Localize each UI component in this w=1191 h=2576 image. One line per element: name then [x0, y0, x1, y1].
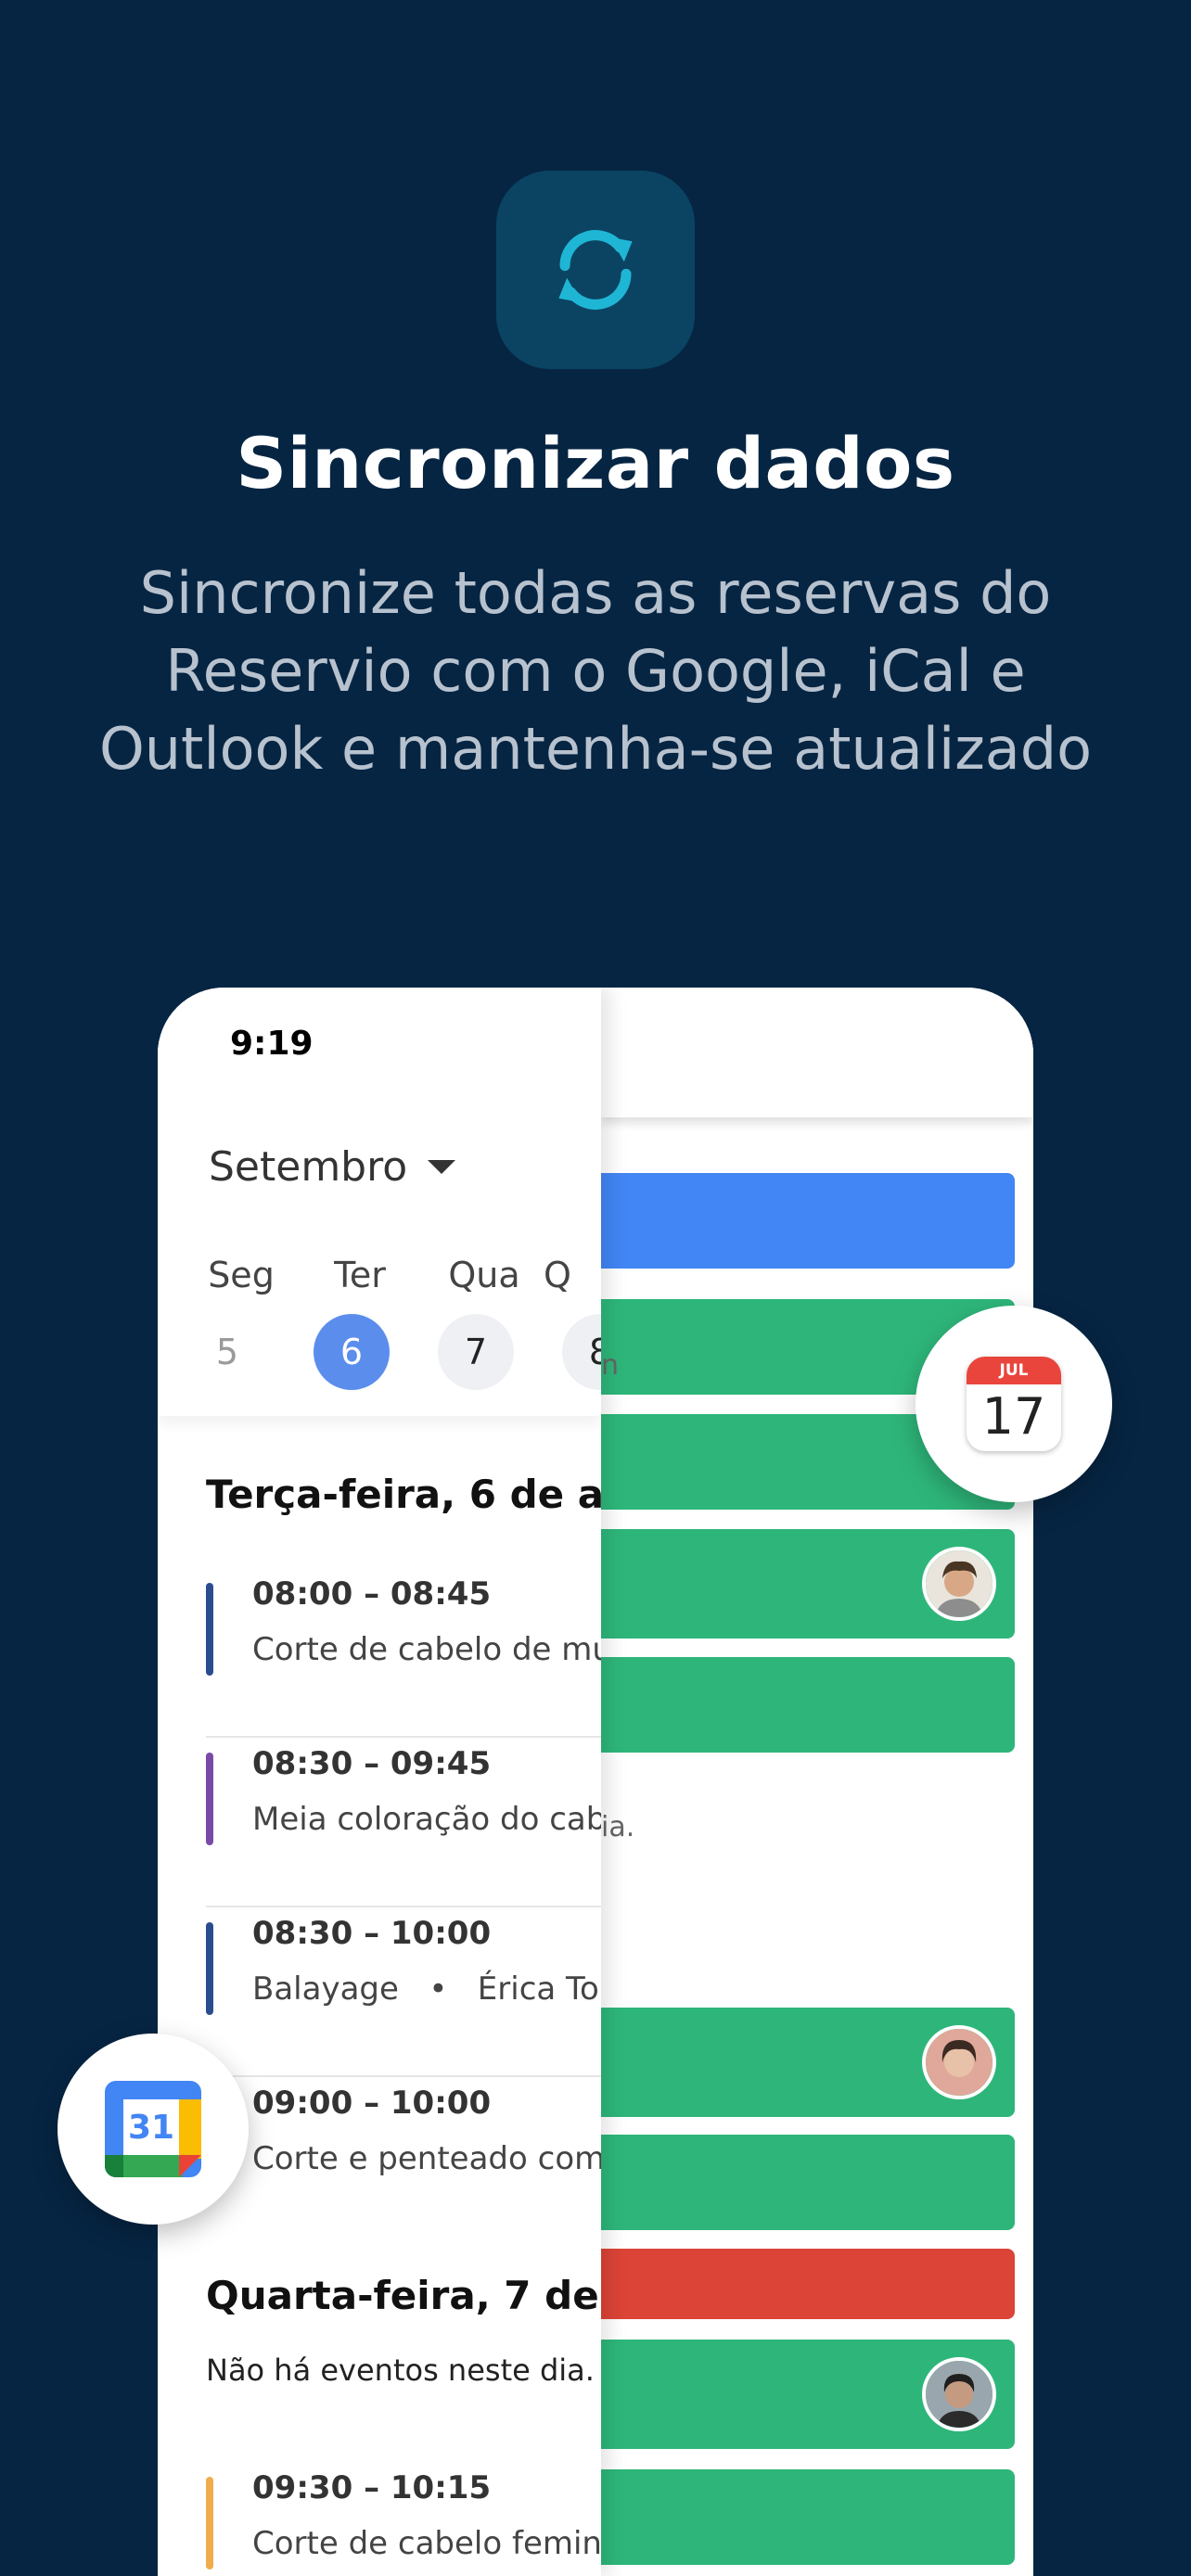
agenda-event[interactable]: 08:30 – 09:45 Meia coloração do cabel — [206, 1738, 601, 1907]
event-title: Corte de cabelo feminin — [252, 2525, 601, 2562]
agenda-event[interactable]: 09:00 – 10:00 Corte e penteado comp — [206, 2077, 601, 2247]
subtitle-line: Sincronize todas as reservas do — [139, 559, 1052, 627]
agenda-date-heading: Terça-feira, 6 de abr — [206, 1472, 601, 1517]
day-view-header — [601, 988, 1033, 1117]
empty-day-text: Não há eventos neste dia. — [206, 2353, 595, 2388]
sync-icon-tile — [496, 171, 695, 369]
booking-block[interactable] — [601, 1657, 1015, 1753]
event-time: 09:30 – 10:15 — [252, 2469, 492, 2506]
status-bar-time: 9:19 — [230, 1025, 314, 1063]
subtitle-line: Outlook e mantenha-se atualizado — [98, 715, 1093, 783]
booking-block[interactable] — [601, 2249, 1015, 2319]
booking-block[interactable] — [601, 2008, 1015, 2117]
agenda-date-heading: Quarta-feira, 7 de ab — [206, 2273, 601, 2318]
agenda-panel: 9:19 Setembro Seg Ter Qua Q 5 6 7 8 Terç… — [158, 988, 601, 2576]
day-cell[interactable]: 7 — [438, 1314, 514, 1390]
event-title: Balayage • Érica Tom — [252, 1970, 601, 2008]
booking-block[interactable] — [601, 2135, 1015, 2230]
event-color-bar — [206, 1583, 213, 1676]
subtitle-line: Reservio com o Google, iCal e — [165, 637, 1026, 705]
page-title: Sincronizar dados — [236, 422, 955, 504]
agenda-event[interactable]: 09:30 – 10:15 Corte de cabelo feminin — [206, 2462, 601, 2576]
day-view-panel: n ia. — [601, 988, 1033, 2576]
avatar — [922, 2357, 996, 2431]
agenda-event[interactable]: 08:00 – 08:45 Corte de cabelo de mulh — [206, 1568, 601, 1738]
booking-block[interactable] — [601, 2340, 1015, 2449]
day-cell[interactable]: 5 — [189, 1314, 265, 1390]
event-time: 09:00 – 10:00 — [252, 2085, 492, 2122]
weekday-label: Q — [544, 1255, 571, 1295]
ical-day: 17 — [981, 1387, 1046, 1446]
chevron-down-icon — [428, 1160, 456, 1174]
day-cell[interactable]: 8 — [562, 1314, 601, 1390]
ical-badge: JUL 17 — [916, 1306, 1112, 1502]
event-color-bar — [206, 2477, 213, 2570]
sync-icon — [558, 230, 633, 310]
google-calendar-day: 31 — [123, 2099, 179, 2155]
event-time: 08:30 – 10:00 — [252, 1915, 492, 1952]
event-title: Corte e penteado comp — [252, 2140, 601, 2177]
event-color-bar — [206, 1753, 213, 1845]
booking-block[interactable] — [601, 1173, 1015, 1269]
event-time: 08:00 – 08:45 — [252, 1575, 492, 1613]
booking-block[interactable] — [601, 2469, 1015, 2565]
day-cell-selected[interactable]: 6 — [314, 1314, 390, 1390]
event-title: Meia coloração do cabel — [252, 1801, 601, 1838]
ical-month: JUL — [967, 1357, 1061, 1384]
phone-mockup: n ia. 9:19 Setembro Seg Ter Qua Q 5 6 7 … — [158, 988, 1033, 2576]
google-calendar-icon: 31 — [105, 2081, 201, 2177]
agenda-header: 9:19 Setembro Seg Ter Qua Q 5 6 7 8 — [158, 988, 601, 1416]
avatar — [922, 1547, 996, 1621]
month-selector[interactable]: Setembro — [209, 1143, 456, 1191]
event-title: Corte de cabelo de mulh — [252, 1631, 601, 1668]
booking-block[interactable] — [601, 1529, 1015, 1639]
event-color-bar — [206, 1922, 213, 2015]
ghost-text: ia. — [601, 1811, 635, 1843]
agenda-event[interactable]: 08:30 – 10:00 Balayage • Érica Tom — [206, 1907, 601, 2077]
ical-calendar-icon: JUL 17 — [967, 1357, 1061, 1451]
ghost-text: n — [601, 1349, 620, 1382]
page-subtitle: Sincronize todas as reservas do Reservio… — [56, 555, 1135, 788]
google-calendar-badge: 31 — [58, 2034, 249, 2225]
weekday-label: Ter — [334, 1255, 386, 1295]
avatar — [922, 2025, 996, 2099]
weekday-label: Seg — [208, 1255, 275, 1295]
month-label: Setembro — [209, 1143, 408, 1191]
event-time: 08:30 – 09:45 — [252, 1745, 492, 1782]
weekday-label: Qua — [448, 1255, 520, 1295]
